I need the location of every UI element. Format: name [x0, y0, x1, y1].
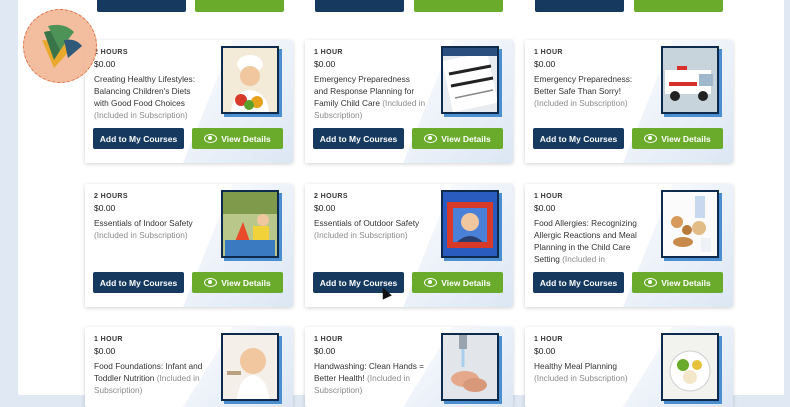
view-details-button[interactable]: View Details — [192, 272, 283, 293]
add-to-my-courses-button[interactable]: Add to My Courses — [93, 272, 184, 293]
course-price: $0.00 — [534, 59, 556, 69]
allergy-foods-photo[interactable] — [661, 190, 719, 258]
eye-icon — [204, 134, 218, 143]
view-details-button[interactable]: View Details — [412, 272, 503, 293]
course-price: $0.00 — [94, 346, 116, 356]
course-title[interactable]: Essentials of Indoor Safety — [94, 218, 193, 228]
course-title[interactable]: Creating Healthy Lifestyles: Balancing C… — [94, 74, 195, 108]
course-price: $0.00 — [314, 59, 336, 69]
subscription-note: (Included in — [562, 254, 606, 264]
add-to-my-courses-button[interactable]: Add to My Courses — [313, 128, 404, 149]
indoor-play-photo[interactable] — [221, 190, 279, 258]
course-duration: 1 HOUR — [314, 336, 343, 343]
course-card[interactable]: 1 HOUR $0.00 Handwashing: Clean Hands = … — [305, 327, 513, 407]
eye-icon — [644, 278, 658, 287]
partial-add-button[interactable] — [315, 0, 404, 12]
course-duration: 1 HOUR — [534, 49, 563, 56]
course-card[interactable]: 2 HOURS $0.00 Essentials of Indoor Safet… — [85, 184, 293, 307]
partial-add-button[interactable] — [97, 0, 186, 12]
course-card[interactable]: 1 HOUR $0.00 Emergency Preparedness: Bet… — [525, 40, 733, 163]
subscription-note: (Included in Subscription) — [94, 110, 188, 120]
add-to-my-courses-button[interactable]: Add to My Courses — [93, 128, 184, 149]
view-details-button[interactable]: View Details — [192, 128, 283, 149]
course-duration: 1 HOUR — [94, 336, 123, 343]
emergency-checklist-photo[interactable] — [441, 46, 499, 114]
course-title[interactable]: Healthy Meal Planning — [534, 361, 617, 371]
course-price: $0.00 — [94, 203, 116, 213]
view-details-label: View Details — [661, 133, 711, 144]
course-duration: 2 HOURS — [314, 193, 348, 200]
view-details-button[interactable]: View Details — [632, 128, 723, 149]
brand-logo[interactable] — [23, 9, 97, 83]
course-duration: 2 HOURS — [94, 49, 128, 56]
view-details-label: View Details — [221, 133, 271, 144]
course-price: $0.00 — [314, 203, 336, 213]
subscription-note: (Included in Subscription) — [534, 373, 628, 383]
eye-icon — [424, 134, 438, 143]
subscription-note: (Included in Subscription) — [534, 98, 628, 108]
partial-view-button[interactable] — [634, 0, 723, 12]
course-card[interactable]: 1 HOUR $0.00 Food Foundations: Infant an… — [85, 327, 293, 407]
course-card[interactable]: 1 HOUR $0.00 Food Allergies: Recognizing… — [525, 184, 733, 307]
add-to-my-courses-button[interactable]: Add to My Courses — [533, 272, 624, 293]
course-card[interactable]: 1 HOUR $0.00 Emergency Preparedness and … — [305, 40, 513, 163]
view-details-button[interactable]: View Details — [412, 128, 503, 149]
partial-view-button[interactable] — [195, 0, 284, 12]
healthy-meal-photo[interactable] — [661, 333, 719, 401]
subscription-note: (Included in Subscription) — [314, 230, 408, 240]
ambulance-photo[interactable] — [661, 46, 719, 114]
outdoor-play-photo[interactable] — [441, 190, 499, 258]
view-details-label: View Details — [221, 277, 271, 288]
course-duration: 2 HOURS — [94, 193, 128, 200]
course-duration: 1 HOUR — [314, 49, 343, 56]
view-details-label: View Details — [441, 277, 491, 288]
child-chef-photo[interactable] — [221, 46, 279, 114]
course-title[interactable]: Emergency Preparedness: Better Safe Than… — [534, 74, 632, 96]
add-to-my-courses-button[interactable]: Add to My Courses — [533, 128, 624, 149]
subscription-note: (Included in Subscription) — [94, 230, 188, 240]
view-details-label: View Details — [441, 133, 491, 144]
course-price: $0.00 — [314, 346, 336, 356]
view-details-label: View Details — [661, 277, 711, 288]
partial-view-button[interactable] — [414, 0, 503, 12]
course-price: $0.00 — [534, 203, 556, 213]
eye-icon — [204, 278, 218, 287]
course-card[interactable]: 2 HOURS $0.00 Creating Healthy Lifestyle… — [85, 40, 293, 163]
infant-eating-photo[interactable] — [221, 333, 279, 401]
course-card[interactable]: 2 HOURS $0.00 Essentials of Outdoor Safe… — [305, 184, 513, 307]
add-to-my-courses-button[interactable]: Add to My Courses — [313, 272, 404, 293]
view-details-button[interactable]: View Details — [632, 272, 723, 293]
course-duration: 1 HOUR — [534, 193, 563, 200]
eye-icon — [644, 134, 658, 143]
handwashing-photo[interactable] — [441, 333, 499, 401]
eye-icon — [424, 278, 438, 287]
course-card[interactable]: 1 HOUR $0.00 Healthy Meal Planning (Inclu… — [525, 327, 733, 407]
course-price: $0.00 — [534, 346, 556, 356]
course-price: $0.00 — [94, 59, 116, 69]
course-title[interactable]: Essentials of Outdoor Safety — [314, 218, 419, 228]
partial-add-button[interactable] — [535, 0, 624, 12]
course-duration: 1 HOUR — [534, 336, 563, 343]
course-catalog-page: 2 HOURS $0.00 Creating Healthy Lifestyle… — [18, 0, 784, 407]
